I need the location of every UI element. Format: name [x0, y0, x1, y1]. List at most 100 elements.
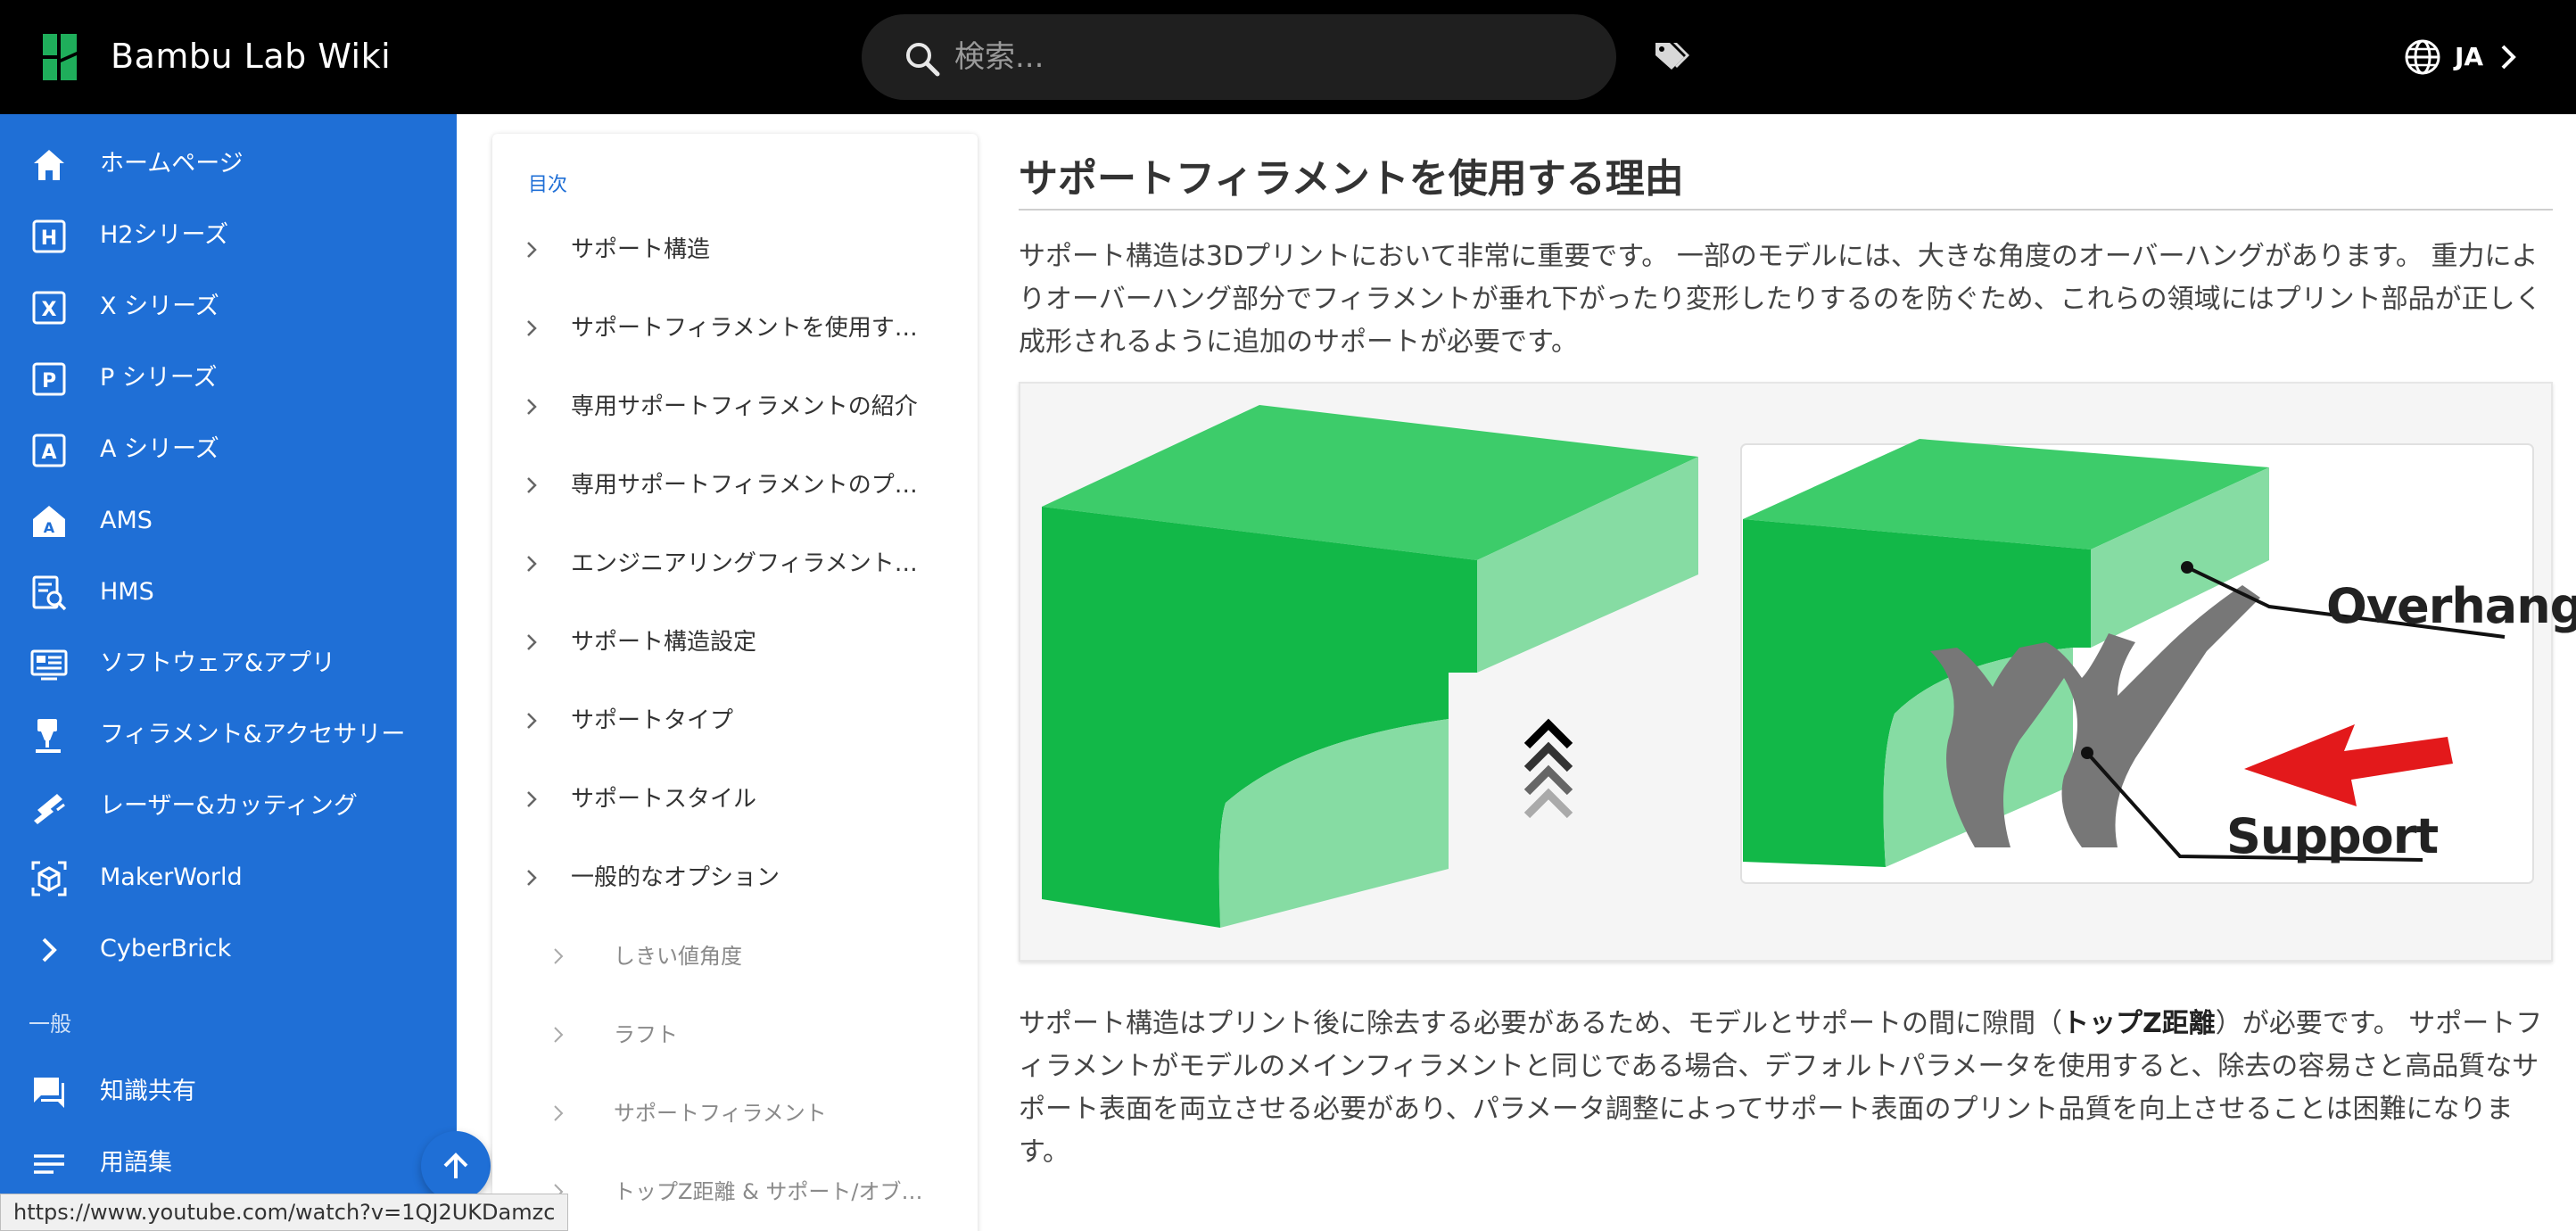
software-icon: [30, 649, 68, 681]
chat-icon: [34, 1078, 64, 1108]
chevron-right-icon: [554, 948, 564, 964]
sidebar-item-label: H2シリーズ: [100, 221, 229, 249]
toc-item[interactable]: サポートスタイル: [492, 767, 978, 830]
toc-item-label: サポートフィラメントを使用す…: [571, 315, 918, 342]
article-paragraph: サポート構造はプリント後に除去する必要があるため、モデルとサポートの間に隙間（ト…: [1019, 1003, 2553, 1174]
sidebar-item-label: ソフトウェア&アプリ: [100, 649, 336, 677]
globe-icon[interactable]: [2403, 37, 2442, 77]
chevron-right-icon: [554, 1105, 564, 1121]
sidebar-item-label: MakerWorld: [100, 863, 243, 891]
article: サポートフィラメントを使用する理由 サポート構造は3Dプリントにおいて非常に重要…: [1019, 114, 2576, 1231]
chevron-right-icon: [527, 870, 537, 886]
article-heading: サポートフィラメントを使用する理由: [1019, 156, 1684, 202]
search-icon: [906, 43, 940, 77]
toc-item-label: 専用サポートフィラメントの紹介: [571, 393, 918, 420]
paragraph-text: サポート構造はプリント後に除去する必要があるため、モデルとサポートの間に隙間（: [1019, 1008, 2062, 1039]
sidebar-item-label: ホームページ: [100, 150, 244, 178]
sidebar-item-makerworld[interactable]: MakerWorld: [0, 846, 457, 910]
search-input[interactable]: 検索...: [954, 36, 1044, 78]
sidebar-item-x-series[interactable]: X X シリーズ: [0, 275, 457, 339]
toc-item[interactable]: サポートフィラメントを使用す…: [492, 296, 978, 359]
toc-item[interactable]: エンジニアリングフィラメント…: [492, 532, 978, 594]
chevron-right-icon: [527, 556, 537, 572]
toc-item-label: 専用サポートフィラメントのプ…: [571, 472, 918, 499]
tag-icon[interactable]: [1652, 39, 1691, 75]
toc-item-label: しきい値角度: [614, 944, 742, 969]
toc-item[interactable]: 専用サポートフィラメントの紹介: [492, 375, 978, 437]
heading-divider: [1019, 209, 2553, 211]
toc-subitem[interactable]: ラフト: [492, 1003, 978, 1065]
svg-text:A: A: [44, 519, 55, 536]
toc-item[interactable]: サポートタイプ: [492, 689, 978, 751]
toc-item-label: サポート構造設定: [571, 629, 757, 656]
site-title[interactable]: Bambu Lab Wiki: [111, 34, 391, 78]
sidebar-item-glossary[interactable]: 用語集: [0, 1131, 457, 1195]
sidebar-item-ams[interactable]: A AMS: [0, 489, 457, 553]
sidebar-item-label: 知識共有: [100, 1078, 196, 1105]
bambu-logo-icon[interactable]: [43, 34, 77, 80]
sidebar: ホームページ H H2シリーズ X X シリーズ P P シリーズ A A シリ…: [0, 114, 457, 1231]
toc-title: 目次: [528, 174, 568, 196]
sidebar-item-label: 用語集: [100, 1149, 172, 1177]
svg-text:X: X: [42, 299, 57, 321]
sidebar-item-label: P シリーズ: [100, 364, 218, 392]
letter-a-icon: A: [32, 434, 66, 467]
sidebar-item-home[interactable]: ホームページ: [0, 132, 457, 196]
sidebar-item-label: HMS: [100, 578, 154, 606]
list-icon: [34, 1154, 64, 1174]
article-paragraph: サポート構造は3Dプリントにおいて非常に重要です。 一部のモデルには、大きな角度…: [1019, 241, 2542, 358]
toc-item-label: エンジニアリングフィラメント…: [571, 550, 918, 577]
toc-item[interactable]: 一般的なオプション: [492, 846, 978, 908]
toc-subitem[interactable]: サポートフィラメント: [492, 1081, 978, 1144]
svg-text:A: A: [41, 442, 56, 464]
sidebar-item-software[interactable]: ソフトウェア&アプリ: [0, 632, 457, 696]
arrow-up-icon: [443, 1153, 468, 1178]
toc-item-label: サポートフィラメント: [614, 1101, 827, 1126]
sidebar-item-p-series[interactable]: P P シリーズ: [0, 346, 457, 410]
sidebar-item-cyberbrick[interactable]: CyberBrick: [0, 917, 457, 981]
toc-subitem[interactable]: しきい値角度: [492, 924, 978, 987]
sidebar-item-a-series[interactable]: A A シリーズ: [0, 417, 457, 482]
sidebar-item-knowledge[interactable]: 知識共有: [0, 1060, 457, 1124]
toc-item[interactable]: サポート構造設定: [492, 610, 978, 673]
toc-item-label: トップZ距離 & サポート/オブ…: [614, 1179, 923, 1204]
chevron-right-icon: [527, 399, 537, 415]
letter-p-icon: P: [32, 362, 66, 396]
toc-item-label: ラフト: [614, 1022, 678, 1047]
top-bar: Bambu Lab Wiki 検索... JA: [0, 0, 2576, 114]
chevron-right-icon: [527, 477, 537, 493]
toc-item-label: サポートスタイル: [571, 786, 757, 813]
chevron-right-icon: [42, 938, 57, 962]
chevron-right-icon[interactable]: [2499, 43, 2517, 71]
makerworld-icon: [31, 861, 67, 896]
toc-item[interactable]: 専用サポートフィラメントのプ…: [492, 453, 978, 516]
sidebar-item-label: X シリーズ: [100, 293, 219, 320]
home-icon: [34, 150, 64, 180]
chevron-right-icon: [527, 634, 537, 650]
toc-item[interactable]: サポート構造: [492, 218, 978, 280]
hms-search-icon: [32, 575, 67, 611]
paragraph-bold-term: トップZ距離: [2062, 1008, 2216, 1039]
sidebar-item-label: CyberBrick: [100, 935, 232, 962]
sidebar-item-hms[interactable]: HMS: [0, 560, 457, 624]
search-box[interactable]: 検索...: [862, 14, 1616, 100]
svg-text:H: H: [41, 227, 57, 250]
sidebar-item-filament[interactable]: フィラメント&アクセサリー: [0, 703, 457, 767]
chevron-right-icon: [527, 242, 537, 258]
table-of-contents: 目次 サポート構造 サポートフィラメントを使用す… 専用サポートフィラメントの紹…: [492, 134, 978, 1231]
sidebar-item-label: AMS: [100, 507, 153, 534]
language-selector[interactable]: JA: [2455, 39, 2483, 75]
laser-icon: [34, 794, 65, 824]
sidebar-item-h2[interactable]: H H2シリーズ: [0, 203, 457, 268]
letter-h-icon: H: [32, 219, 66, 253]
filament-icon: [36, 719, 61, 753]
sidebar-item-label: フィラメント&アクセサリー: [100, 721, 406, 748]
overhang-illustration: [1042, 405, 2534, 928]
overhang-support-figure: Overhang Support: [1019, 382, 2576, 962]
sidebar-item-label: A シリーズ: [100, 435, 219, 463]
sidebar-item-laser[interactable]: レーザー&カッティング: [0, 774, 457, 839]
chevron-right-icon: [527, 713, 537, 729]
ams-house-icon: A: [33, 506, 65, 537]
back-to-top-button[interactable]: [421, 1131, 491, 1201]
chevron-right-icon: [554, 1027, 564, 1043]
